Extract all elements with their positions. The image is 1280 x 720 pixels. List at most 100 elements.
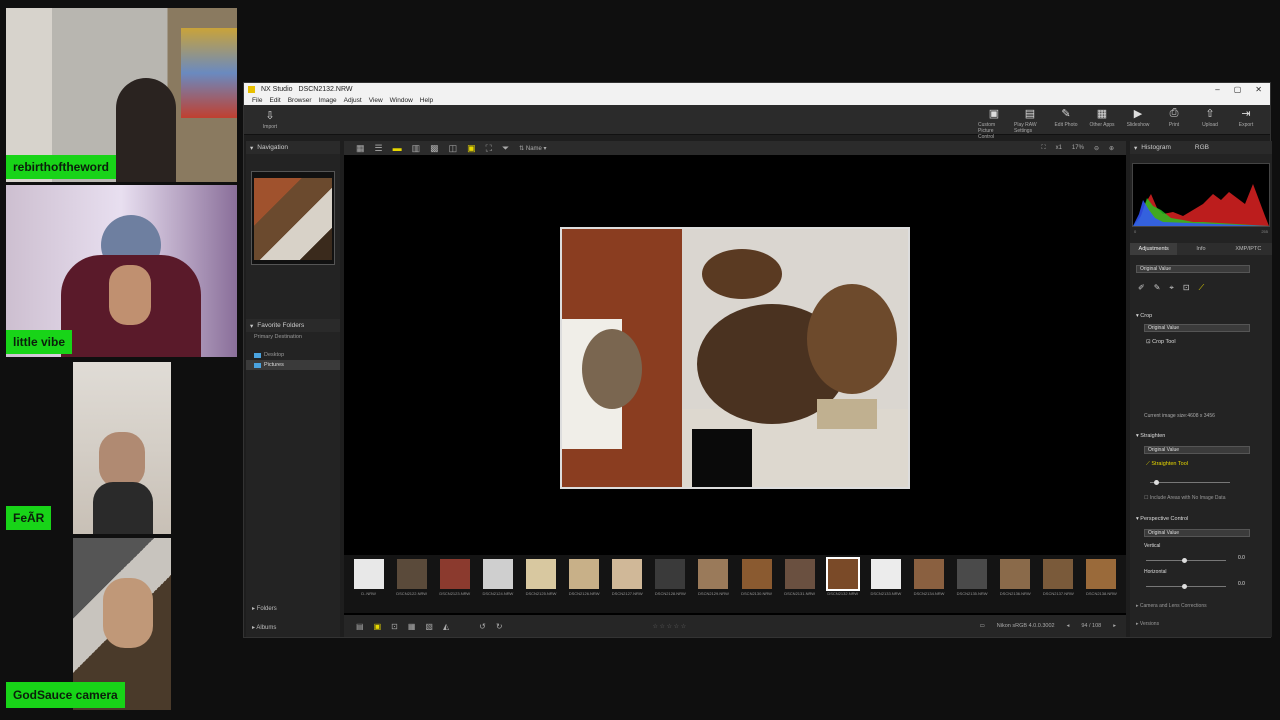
tab-info[interactable]: Info [1177, 243, 1224, 255]
fit-icon[interactable]: ⛶ [486, 143, 492, 154]
folder-item-pictures[interactable]: Pictures [246, 360, 340, 370]
split-view-icon[interactable]: ◫ [449, 143, 458, 154]
highlight-icon[interactable]: ▣ [467, 143, 476, 154]
crop-tool-icon[interactable]: ⊡ [1183, 283, 1190, 293]
retouch-icon[interactable]: ⌖ [1169, 283, 1174, 293]
crop-section-title[interactable]: ▾ Crop [1136, 313, 1152, 319]
filmstrip-thumb[interactable]: DSCN2131.NRW [781, 559, 818, 609]
primary-destination[interactable]: Primary Destination [246, 332, 340, 342]
compare-view-icon[interactable]: ▩ [430, 143, 439, 154]
favorite-folders-header[interactable]: ▾ Favorite Folders [246, 319, 340, 332]
filmstrip-thumb[interactable]: DSCN2133.NRW [867, 559, 904, 609]
menu-view[interactable]: View [369, 97, 383, 104]
tab-adjustments[interactable]: Adjustments [1130, 243, 1178, 255]
straighten-section-title[interactable]: ▾ Straighten [1136, 433, 1165, 439]
menu-window[interactable]: Window [390, 97, 413, 104]
edit-photo-button[interactable]: ✎ Edit Photo [1050, 107, 1082, 140]
filmstrip-thumb[interactable]: DSCN2123.NRW [436, 559, 473, 609]
filmstrip-thumb[interactable]: DSCN2136.NRW [997, 559, 1034, 609]
folder-item-desktop[interactable]: Desktop [246, 350, 340, 360]
filmstrip-thumb[interactable]: DSCN2129.NRW [695, 559, 732, 609]
crop-tool-button[interactable]: ⊡ Crop Tool [1146, 339, 1176, 345]
straighten-select[interactable]: Original Value [1144, 446, 1250, 454]
picture-control-button[interactable]: ▣ Custom Picture Control [978, 107, 1010, 140]
zoom-in-icon[interactable]: ⊕ [1109, 145, 1114, 152]
straighten-slider[interactable] [1150, 480, 1230, 485]
menu-image[interactable]: Image [319, 97, 337, 104]
filmstrip-thumb[interactable]: DSCN2132.NRW [824, 557, 861, 609]
prev-image-icon[interactable]: ◂ [1067, 623, 1070, 629]
menu-adjust[interactable]: Adjust [344, 97, 362, 104]
filmstrip-thumb[interactable]: DSCN2122.NRW [393, 559, 430, 609]
filmstrip-thumb[interactable]: DSCN2126.NRW [566, 559, 603, 609]
play-raw-button[interactable]: ▤ Play RAW Settings [1014, 107, 1046, 140]
tab-xmp-iptc[interactable]: XMP/IPTC [1225, 243, 1272, 255]
rotate-left-icon[interactable]: ↺ [479, 622, 486, 631]
vertical-value[interactable]: 0.0 [1238, 555, 1245, 561]
close-icon[interactable]: ✕ [1255, 85, 1262, 94]
straighten-tool-button[interactable]: ⟋ Straighten Tool [1146, 461, 1188, 468]
camera-lens-section[interactable]: ▸ Camera and Lens Corrections [1136, 603, 1207, 609]
menu-file[interactable]: File [252, 97, 262, 104]
albums-header[interactable]: ▸ Albums [246, 624, 340, 631]
other-apps-button[interactable]: ▦ Other Apps [1086, 107, 1118, 140]
folders-header[interactable]: ▸ Folders [246, 605, 340, 612]
perspective-section-title[interactable]: ▾ Perspective Control [1136, 516, 1188, 522]
layers-icon[interactable]: ▤ [356, 622, 364, 631]
horizontal-value[interactable]: 0.0 [1238, 581, 1245, 587]
rating-stars[interactable]: ☆ ☆ ☆ ☆ ☆ [653, 623, 687, 630]
zoom-out-icon[interactable]: ⊖ [1094, 145, 1099, 152]
zoom-level[interactable]: 17% [1072, 145, 1084, 152]
preset-select[interactable]: Original Value [1136, 265, 1250, 273]
vertical-slider[interactable] [1146, 558, 1226, 563]
brush-icon[interactable]: ✐ [1138, 283, 1145, 293]
filmstrip-thumb[interactable]: DSCN2125.NRW [522, 559, 559, 609]
pencil-icon[interactable]: ✎ [1154, 283, 1161, 293]
upload-button[interactable]: ⇧ Upload [1194, 107, 1226, 140]
filmstrip-thumb[interactable]: D..NRW [350, 559, 387, 609]
perspective-select[interactable]: Original Value [1144, 529, 1250, 537]
export-button[interactable]: ⇥ Export [1230, 107, 1262, 140]
single-view-icon[interactable]: ▬ [393, 143, 402, 153]
grid-view-icon[interactable]: ▦ [356, 143, 365, 154]
zoom-preset[interactable]: x1 [1056, 145, 1062, 152]
menu-help[interactable]: Help [420, 97, 433, 104]
fit-screen-icon[interactable]: ⛶ [1041, 145, 1045, 152]
crop-icon[interactable]: ⊡ [391, 622, 398, 631]
filmstrip-thumb[interactable]: DSCN2124.NRW [479, 559, 516, 609]
filter-icon[interactable]: ⏷ [502, 143, 509, 154]
navigation-preview[interactable] [251, 171, 335, 265]
versions-section[interactable]: ▸ Versions [1136, 621, 1159, 627]
grid-icon[interactable]: ▦ [408, 622, 416, 631]
minimize-icon[interactable]: – [1215, 85, 1219, 94]
menu-browser[interactable]: Browser [288, 97, 312, 104]
list-view-icon[interactable]: ☰ [375, 143, 383, 154]
filmstrip-thumb[interactable]: DSCN2127.NRW [609, 559, 646, 609]
maximize-icon[interactable]: ▢ [1234, 85, 1242, 94]
filmstrip-thumb[interactable]: DSCN2128.NRW [652, 559, 689, 609]
filmstrip-thumb[interactable]: DSCN2134.NRW [910, 559, 947, 609]
filmstrip-thumb[interactable]: DSCN2137.NRW [1040, 559, 1077, 609]
filmstrip-thumb[interactable]: DSCN2135.NRW [954, 559, 991, 609]
horizontal-slider[interactable] [1146, 584, 1226, 589]
filmstrip-thumb[interactable]: DSCN2130.NRW [738, 559, 775, 609]
histogram-icon[interactable]: ◭ [443, 622, 449, 631]
menu-edit[interactable]: Edit [269, 97, 280, 104]
histogram-header[interactable]: ▾ Histogram RGB [1130, 141, 1272, 154]
include-areas-checkbox[interactable]: ☐ Include Areas with No Image Data [1144, 495, 1225, 501]
next-image-icon[interactable]: ▸ [1113, 623, 1116, 629]
label-icon[interactable]: ▣ [374, 622, 382, 631]
filmstrip-view-icon[interactable]: ▥ [412, 143, 421, 154]
import-button[interactable]: ⇩ Import [254, 109, 286, 130]
straighten-icon[interactable]: ⟋ [1199, 283, 1205, 293]
info-icon[interactable]: ▧ [425, 622, 433, 631]
navigation-header[interactable]: ▾ Navigation [246, 141, 340, 154]
filmstrip-thumb[interactable]: DSCN2138.NRW [1083, 559, 1120, 609]
histogram-channel[interactable]: RGB [1195, 144, 1209, 151]
main-photo[interactable] [560, 227, 910, 489]
rotate-right-icon[interactable]: ↻ [496, 622, 503, 631]
slideshow-button[interactable]: ▶ Slideshow [1122, 107, 1154, 140]
sort-dropdown[interactable]: ⇅ Name ▾ [519, 145, 546, 152]
crop-select[interactable]: Original Value [1144, 324, 1250, 332]
print-button[interactable]: ⎙ Print [1158, 107, 1190, 140]
